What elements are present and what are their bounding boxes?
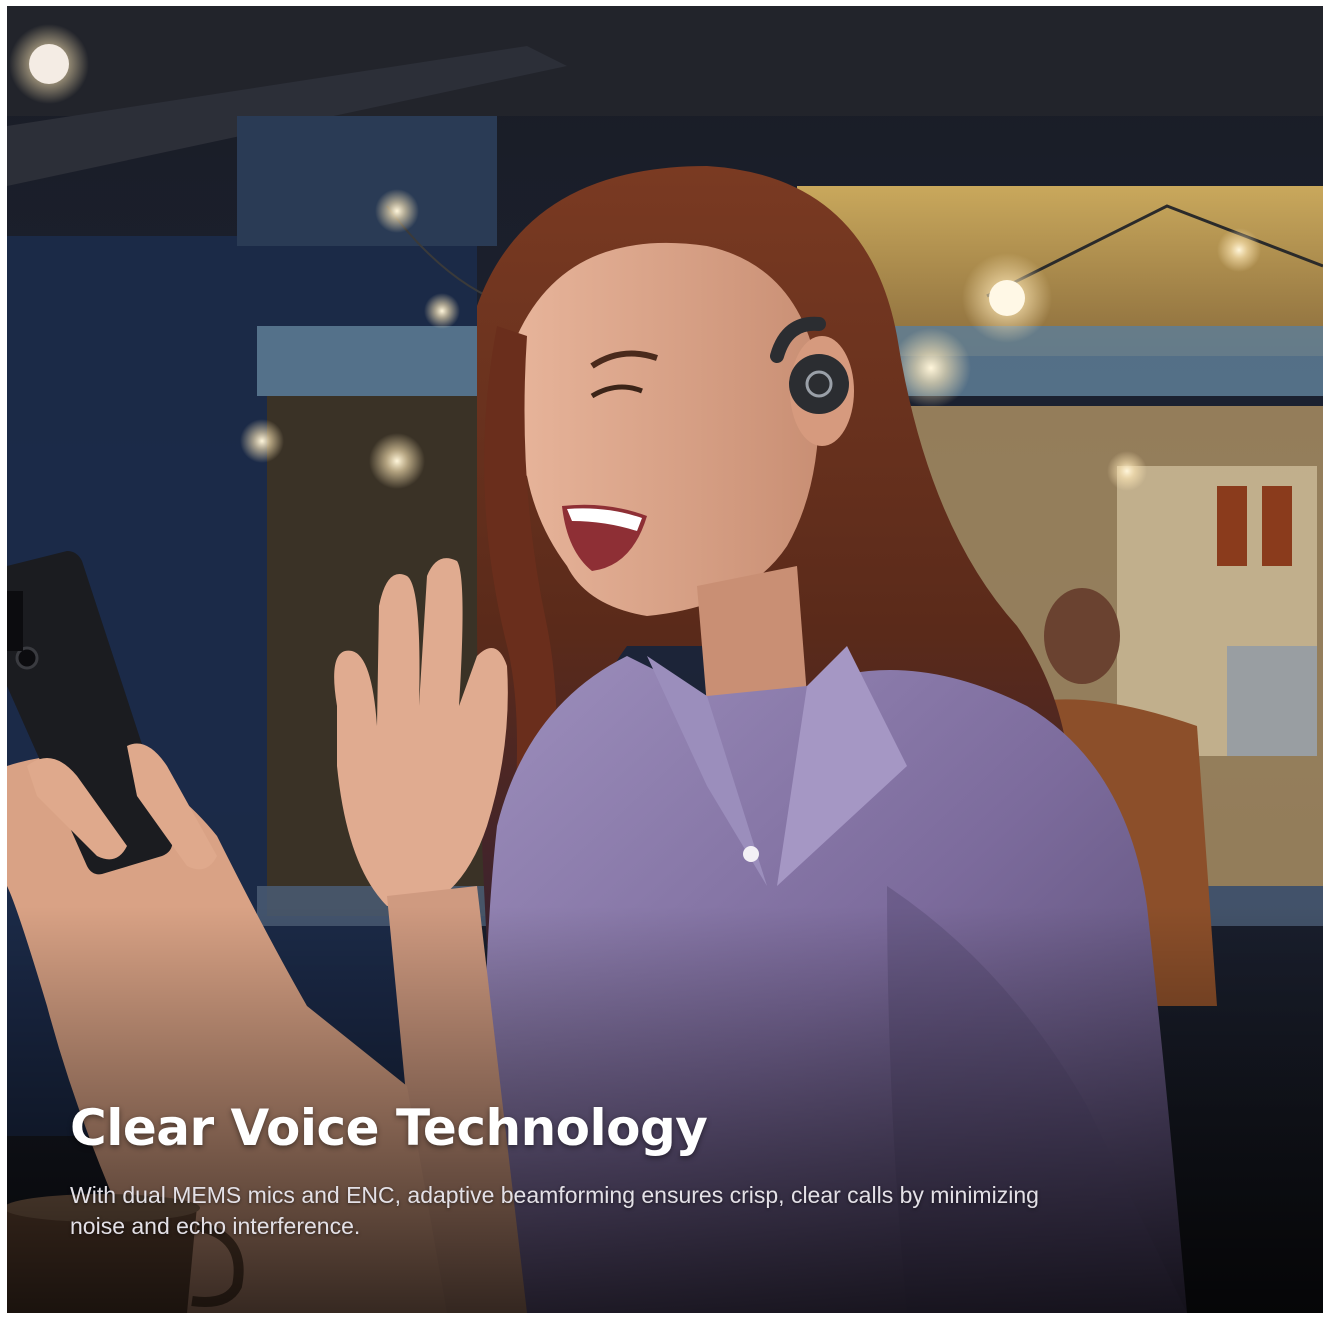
- lifestyle-photo: Clear Voice Technology With dual MEMS mi…: [7, 6, 1323, 1313]
- product-banner: Clear Voice Technology With dual MEMS mi…: [0, 0, 1329, 1319]
- feature-description: With dual MEMS mics and ENC, adaptive be…: [70, 1182, 1039, 1239]
- headline: Clear Voice Technology: [70, 1099, 708, 1157]
